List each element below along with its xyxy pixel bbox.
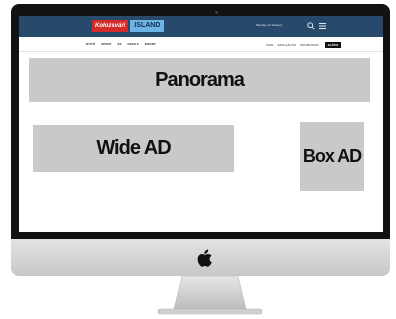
site-logo[interactable]: Kolozsvári ISLAND <box>92 20 165 32</box>
logo-secondary: ISLAND <box>130 20 165 32</box>
site-header: Kolozsvári ISLAND Monday 13 January <box>19 16 383 37</box>
nav-link[interactable]: SIGN <box>266 43 273 47</box>
secondary-nav: SIGN SZOLGÁLTAT PROMOTION ELŐFIZ <box>266 42 342 48</box>
nav-item[interactable]: ÉS <box>118 42 122 46</box>
header-date: Monday 13 January <box>256 23 283 27</box>
site-navbar: NYITÓ SPORT ÉS REGILS BIZONT SIGN SZOLGÁ… <box>19 37 383 52</box>
search-icon[interactable] <box>307 22 315 30</box>
nav-item[interactable]: NYITÓ <box>86 42 95 46</box>
box-ad-slot[interactable]: Box AD <box>300 122 364 191</box>
apple-logo-icon <box>197 249 212 267</box>
nav-item[interactable]: BIZONT <box>145 42 156 46</box>
webcam <box>215 11 218 14</box>
nav-item[interactable]: SPORT <box>101 42 111 46</box>
nav-link[interactable]: SZOLGÁLTAT <box>277 43 296 47</box>
monitor-screen: Kolozsvári ISLAND Monday 13 January NYIT… <box>19 16 383 232</box>
logo-primary: Kolozsvári <box>92 20 129 32</box>
wide-ad-slot[interactable]: Wide AD <box>33 125 234 172</box>
nav-link[interactable]: PROMOTION <box>300 43 319 47</box>
monitor-stand <box>157 276 263 315</box>
panorama-ad-slot[interactable]: Panorama <box>29 58 370 102</box>
nav-item[interactable]: REGILS <box>128 42 139 46</box>
subscribe-button[interactable]: ELŐFIZ <box>324 42 342 48</box>
menu-icon[interactable] <box>319 23 326 29</box>
imac-mockup: Kolozsvári ISLAND Monday 13 January NYIT… <box>0 0 396 319</box>
main-nav: NYITÓ SPORT ÉS REGILS BIZONT <box>86 42 156 46</box>
